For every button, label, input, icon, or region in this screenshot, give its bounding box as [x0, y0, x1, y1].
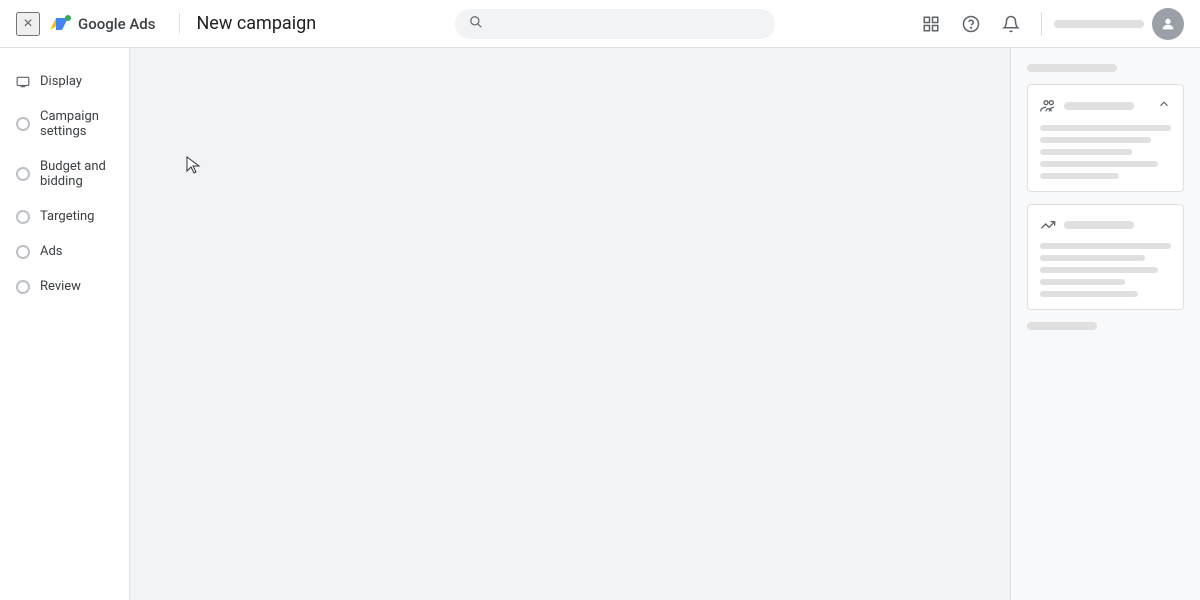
- card-2-line-4: [1040, 279, 1125, 285]
- panel-card-1-header: [1040, 97, 1171, 115]
- avatar[interactable]: [1152, 8, 1184, 40]
- panel-card-performance: [1027, 204, 1184, 310]
- sidebar: Display Campaign settings Budget and bid…: [0, 48, 130, 600]
- card-2-line-5: [1040, 291, 1138, 297]
- search-input-wrapper[interactable]: [455, 9, 775, 39]
- sidebar-item-targeting[interactable]: Targeting: [0, 199, 129, 234]
- topbar-divider: [1041, 12, 1042, 36]
- sidebar-item-review[interactable]: Review: [0, 269, 129, 304]
- sidebar-item-ads-label: Ads: [40, 244, 63, 259]
- account-bar: [1054, 8, 1184, 40]
- sidebar-item-review-label: Review: [40, 279, 81, 294]
- top-navigation: × Google Ads New campaign: [0, 0, 1200, 48]
- account-name-bar: [1054, 20, 1144, 28]
- display-icon: [16, 75, 30, 89]
- google-ads-logo: Google Ads: [48, 12, 155, 36]
- card-1-line-3: [1040, 149, 1132, 155]
- card-2-line-3: [1040, 267, 1158, 273]
- sidebar-item-display-label: Display: [40, 74, 82, 89]
- google-ads-logo-icon: [48, 12, 72, 36]
- sidebar-radio-review: [16, 280, 30, 294]
- cursor-arrow: [185, 155, 205, 175]
- card-2-line-1: [1040, 243, 1171, 249]
- sidebar-item-budget-bidding-label: Budget and bidding: [40, 159, 113, 189]
- search-icon: [469, 15, 483, 33]
- help-button[interactable]: [953, 6, 989, 42]
- page-title: New campaign: [179, 13, 316, 34]
- sidebar-radio-targeting: [16, 210, 30, 224]
- sidebar-item-campaign-settings-label: Campaign settings: [40, 109, 113, 139]
- sidebar-item-display[interactable]: Display: [0, 64, 129, 99]
- panel-top-bar: [1027, 64, 1117, 72]
- logo-text: Google Ads: [78, 15, 155, 33]
- search-input[interactable]: [491, 16, 761, 32]
- right-panel: [1010, 48, 1200, 600]
- card-1-title-bar: [1064, 102, 1134, 110]
- card-2-title-bar: [1064, 221, 1134, 229]
- collections-button[interactable]: [913, 6, 949, 42]
- main-layout: Display Campaign settings Budget and bid…: [0, 48, 1200, 600]
- topbar-left: × Google Ads New campaign: [16, 12, 316, 36]
- notifications-button[interactable]: [993, 6, 1029, 42]
- card-1-line-5: [1040, 173, 1119, 179]
- panel-card-2-header-left: [1040, 217, 1134, 233]
- audience-icon: [1040, 98, 1056, 114]
- sidebar-radio-campaign-settings: [16, 117, 30, 131]
- card-1-line-2: [1040, 137, 1151, 143]
- topbar-right: [913, 6, 1184, 42]
- card-1-line-1: [1040, 125, 1171, 131]
- sidebar-radio-ads: [16, 245, 30, 259]
- panel-card-audience: [1027, 84, 1184, 192]
- card-1-expand-icon[interactable]: [1157, 97, 1171, 115]
- panel-bottom-bar: [1027, 322, 1097, 330]
- panel-card-1-header-left: [1040, 98, 1134, 114]
- panel-card-2-header: [1040, 217, 1171, 233]
- content-area: [130, 48, 1010, 600]
- sidebar-item-ads[interactable]: Ads: [0, 234, 129, 269]
- sidebar-item-budget-bidding[interactable]: Budget and bidding: [0, 149, 129, 199]
- sidebar-radio-budget-bidding: [16, 167, 30, 181]
- card-1-line-4: [1040, 161, 1158, 167]
- card-2-line-2: [1040, 255, 1145, 261]
- trend-icon: [1040, 217, 1056, 233]
- sidebar-item-campaign-settings[interactable]: Campaign settings: [0, 99, 129, 149]
- search-bar: [316, 9, 913, 39]
- sidebar-item-targeting-label: Targeting: [40, 209, 94, 224]
- close-button[interactable]: ×: [16, 12, 40, 36]
